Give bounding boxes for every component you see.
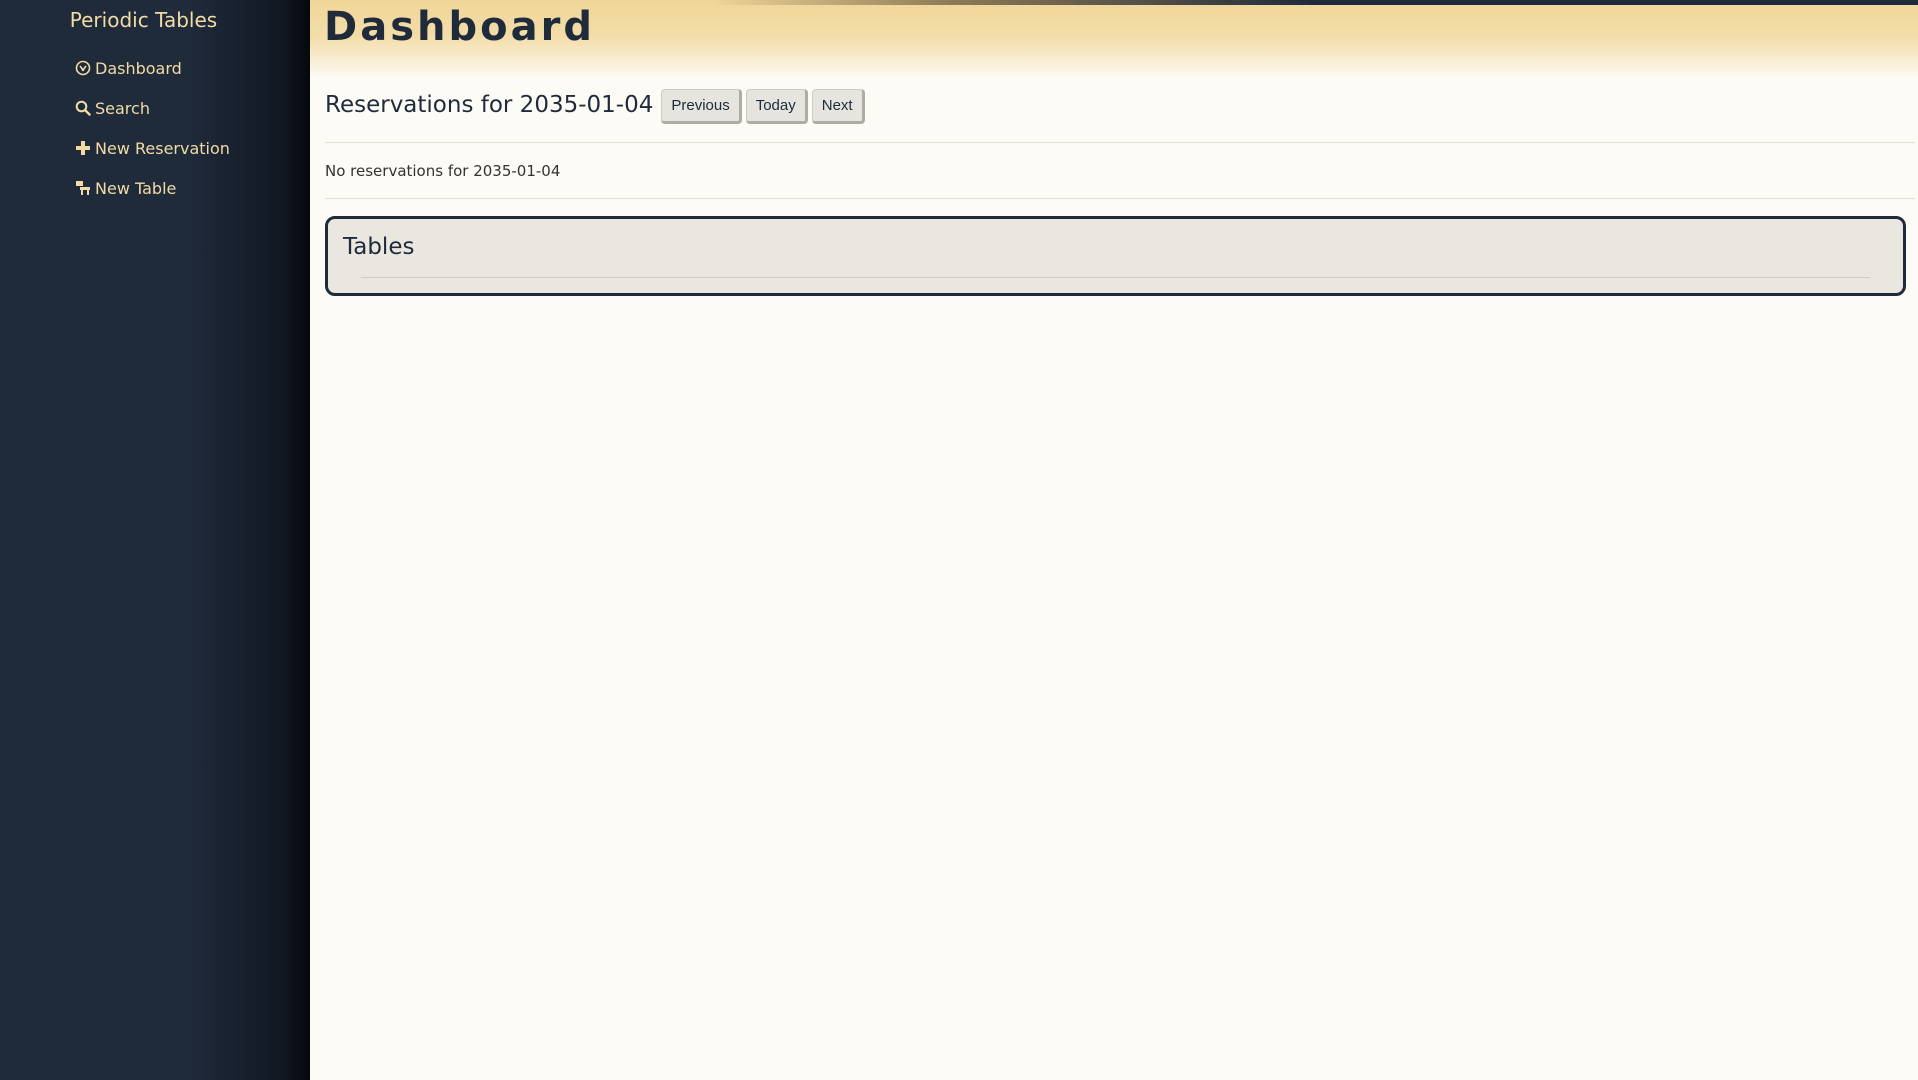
sidebar-item-label: Dashboard bbox=[95, 58, 182, 78]
sidebar-item-search[interactable]: Search bbox=[74, 88, 230, 128]
tables-card: Tables bbox=[325, 216, 1906, 296]
next-button[interactable]: Next bbox=[811, 89, 865, 124]
reservations-toolbar: Reservations for 2035-01-04 Previous Tod… bbox=[325, 86, 865, 124]
reservations-heading: Reservations for 2035-01-04 bbox=[325, 92, 654, 118]
sidebar-item-new-table[interactable]: New Table bbox=[74, 168, 230, 208]
previous-button[interactable]: Previous bbox=[661, 89, 742, 124]
table-icon bbox=[74, 179, 92, 197]
divider bbox=[361, 277, 1870, 278]
sidebar-item-dashboard[interactable]: Dashboard bbox=[74, 48, 230, 88]
sidebar-item-label: New Table bbox=[95, 178, 177, 198]
divider bbox=[325, 142, 1915, 143]
sidebar-item-label: Search bbox=[95, 98, 150, 118]
dashboard-icon bbox=[74, 59, 92, 77]
sidebar: Periodic Tables Dashboard Search New Res… bbox=[0, 0, 310, 1080]
sidebar-nav: Dashboard Search New Reservation New Tab… bbox=[74, 48, 230, 208]
today-button[interactable]: Today bbox=[745, 89, 808, 124]
sidebar-item-label: New Reservation bbox=[95, 138, 230, 158]
plus-icon bbox=[74, 139, 92, 157]
no-reservations-message: No reservations for 2035-01-04 bbox=[325, 162, 561, 180]
tables-title: Tables bbox=[343, 234, 415, 260]
sidebar-item-new-reservation[interactable]: New Reservation bbox=[74, 128, 230, 168]
main-content: Dashboard Reservations for 2035-01-04 Pr… bbox=[310, 0, 1918, 1080]
divider bbox=[325, 198, 1915, 199]
page-title: Dashboard bbox=[324, 4, 595, 50]
brand-title[interactable]: Periodic Tables bbox=[0, 8, 287, 32]
header-accent-line bbox=[710, 0, 1918, 5]
page-header: Dashboard bbox=[310, 0, 1918, 78]
app-root: Periodic Tables Dashboard Search New Res… bbox=[0, 0, 1918, 1080]
search-icon bbox=[74, 99, 92, 117]
